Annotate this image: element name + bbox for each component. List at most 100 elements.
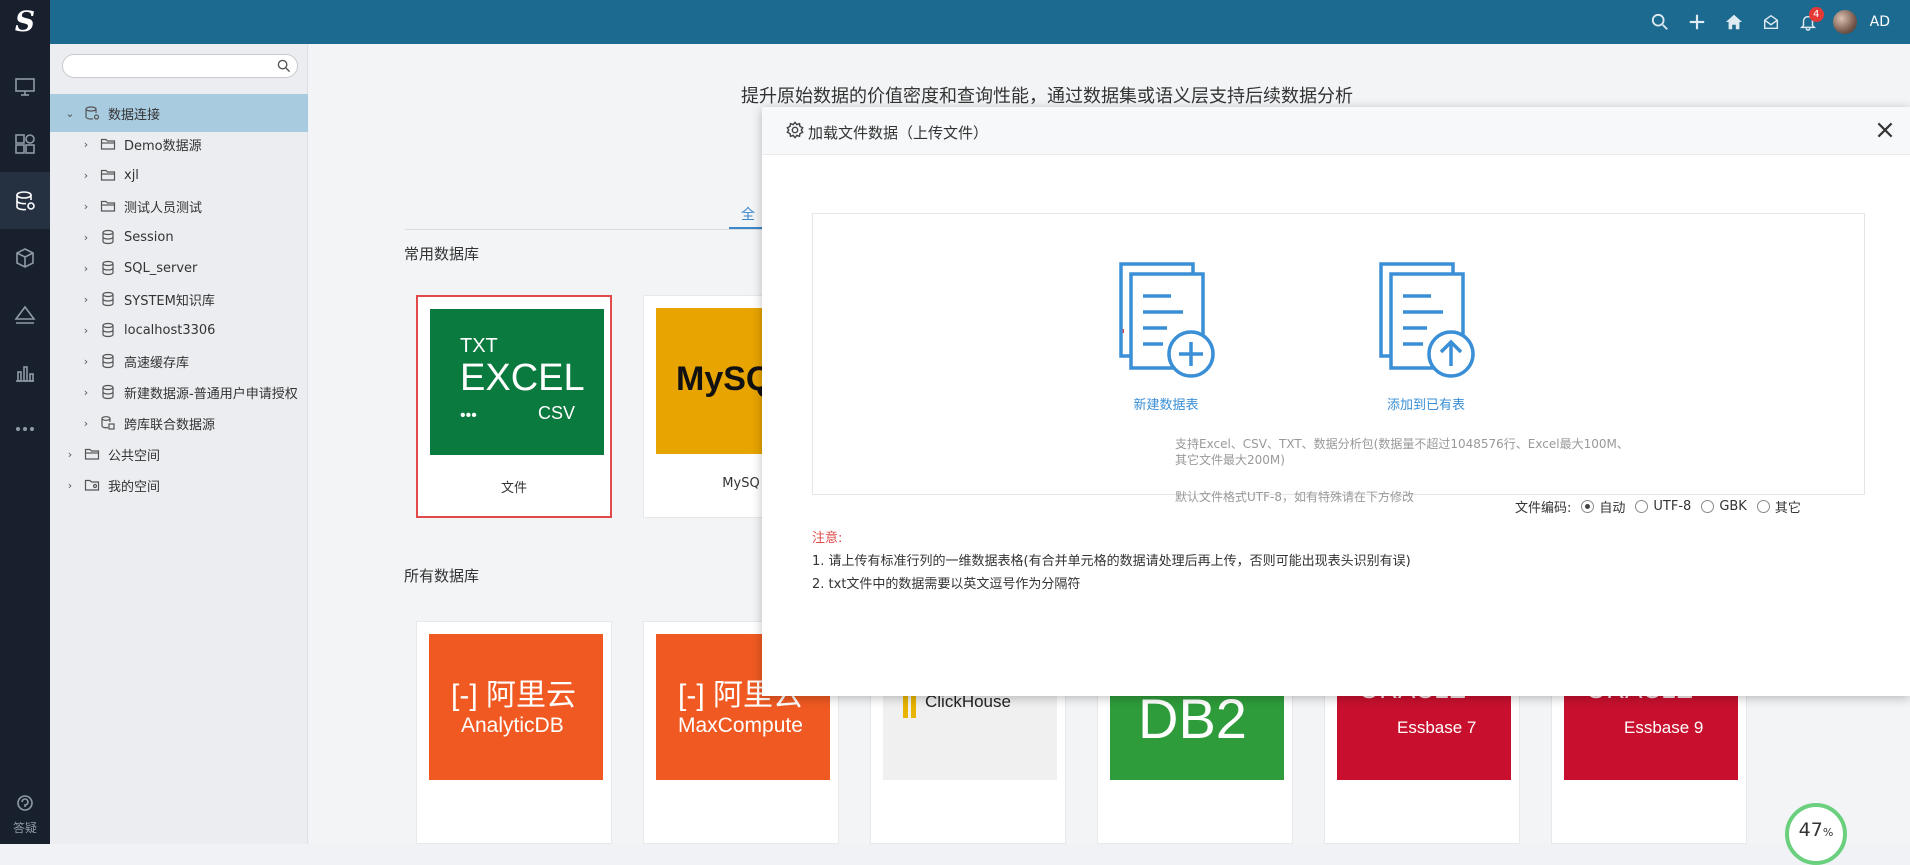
user-folder-icon <box>84 477 100 493</box>
help-icon <box>17 795 33 811</box>
notes: 注意: 1. 请上传有标准行列的一维数据表格(有合并单元格的数据请处理后再上传，… <box>812 527 1411 596</box>
logo-mysql-text: MySQ <box>676 360 773 398</box>
option-label: 自动 <box>1599 501 1626 516</box>
close-icon[interactable] <box>1874 119 1896 141</box>
bar-chart-icon[interactable] <box>0 343 50 400</box>
home-icon[interactable] <box>1716 0 1753 44</box>
search-icon[interactable] <box>1642 0 1679 44</box>
cube-icon[interactable] <box>0 229 50 286</box>
tree-item-label: 我的空间 <box>108 479 161 495</box>
chevron-right-icon[interactable]: › <box>80 169 92 182</box>
section-all-label: 所有数据库 <box>404 567 480 585</box>
user-name[interactable]: AD <box>1864 14 1910 30</box>
product-name: Essbase 9 <box>1624 718 1704 737</box>
database-link-icon <box>100 415 116 431</box>
layers-icon[interactable] <box>0 286 50 343</box>
desc-line: 支持Excel、CSV、TXT、数据分析包(数据量不超过1048576行、Exc… <box>1175 437 1629 451</box>
bell-icon[interactable]: 4 <box>1790 0 1827 44</box>
note-item: 2. txt文件中的数据需要以英文逗号作为分隔符 <box>812 577 1081 592</box>
help-label: 答疑 <box>12 821 37 835</box>
progress-value: 47 <box>1798 819 1823 841</box>
encoding-hint: 默认文件格式UTF-8，如有特殊请在下方修改 <box>1175 490 1414 504</box>
encoding-option-gbk[interactable]: GBK <box>1701 499 1747 514</box>
product-name: MaxCompute <box>678 714 803 737</box>
progress-indicator[interactable]: 47% <box>1785 803 1847 865</box>
datasource-card-analyticdb[interactable]: [-] 阿里云 AnalyticDB <box>416 621 612 844</box>
datasource-card-file[interactable]: TXT EXCEL ••• CSV 文件 <box>416 295 612 518</box>
chevron-right-icon[interactable]: › <box>80 386 92 399</box>
radio-button[interactable] <box>1581 500 1595 513</box>
option-label: UTF-8 <box>1653 499 1692 514</box>
folder-icon <box>100 198 116 214</box>
tree-item-label: Session <box>124 229 174 245</box>
upload-area[interactable]: 新建数据表 添加到已有表 支持Excel、CSV、TXT、数据分析包(数据量不超… <box>812 213 1865 504</box>
dialog-title: 加载文件数据（上传文件） <box>808 124 989 142</box>
brand-text: [-] 阿里云 <box>451 679 576 712</box>
database-settings-icon <box>84 105 100 121</box>
chevron-right-icon[interactable]: › <box>64 448 76 461</box>
tree-item[interactable]: › 我的空间 <box>50 466 308 504</box>
user-avatar-slot[interactable] <box>1827 0 1864 44</box>
chevron-right-icon[interactable]: › <box>80 262 92 275</box>
tree-item-label: xjl <box>124 167 139 183</box>
database-settings-icon[interactable] <box>0 172 50 229</box>
tree-item-label: SQL_server <box>124 260 198 276</box>
database-icon <box>100 322 116 338</box>
folder-icon <box>100 167 116 183</box>
avatar[interactable] <box>1833 10 1858 34</box>
aliyun-logo: [-] 阿里云 AnalyticDB <box>429 634 603 780</box>
app-logo[interactable]: S <box>0 0 50 44</box>
chevron-right-icon[interactable]: › <box>80 293 92 306</box>
upload-file-dialog: 加载文件数据（上传文件） 新建数据表 添加到已有表 支持Excel、CSV、TX <box>762 107 1910 696</box>
add-existing-label[interactable]: 添加到已有表 <box>1331 394 1521 413</box>
add-to-existing-button[interactable]: 添加到已有表 <box>1331 262 1521 413</box>
tab-all[interactable]: 全 <box>741 204 755 224</box>
logo-csv: CSV <box>538 403 576 423</box>
chevron-right-icon[interactable]: › <box>64 479 76 492</box>
plus-icon[interactable] <box>1679 0 1716 44</box>
encoding-option-utf8[interactable]: UTF-8 <box>1635 499 1691 514</box>
section-common-label: 常用数据库 <box>404 245 480 263</box>
monitor-icon[interactable] <box>0 58 50 115</box>
brand-name: 阿里云 <box>486 679 576 712</box>
search-icon[interactable] <box>277 59 291 73</box>
encoding-option-other[interactable]: 其它 <box>1756 497 1801 516</box>
new-table-button[interactable]: 新建数据表 <box>1071 262 1261 413</box>
upload-description: 支持Excel、CSV、TXT、数据分析包(数据量不超过1048576行、Exc… <box>1175 436 1675 468</box>
chevron-right-icon[interactable]: › <box>80 324 92 337</box>
more-icon[interactable] <box>0 400 50 457</box>
radio-button[interactable] <box>1635 500 1649 513</box>
page-title: 提升原始数据的价值密度和查询性能，通过数据集或语义层支持后续数据分析 <box>741 86 1353 107</box>
logo-dots: ••• <box>460 407 477 424</box>
desc-line: 其它文件最大200M) <box>1175 453 1285 467</box>
chevron-right-icon[interactable]: › <box>80 355 92 368</box>
upload-file-icon <box>1379 262 1475 378</box>
product-name: Essbase 7 <box>1397 718 1477 737</box>
file-logo: TXT EXCEL ••• CSV <box>430 309 604 455</box>
logo-excel: EXCEL <box>460 357 585 399</box>
chevron-right-icon[interactable]: › <box>80 231 92 244</box>
tree-item-label: 测试人员测试 <box>124 200 203 216</box>
tree-search-input[interactable] <box>62 54 298 78</box>
chevron-right-icon[interactable]: › <box>80 200 92 213</box>
chevron-right-icon[interactable]: › <box>80 417 92 430</box>
new-table-label[interactable]: 新建数据表 <box>1071 394 1261 413</box>
note-item: 1. 请上传有标准行列的一维数据表格(有合并单元格的数据请处理后再上传，否则可能… <box>812 554 1411 569</box>
left-nav: 答疑 <box>0 44 50 844</box>
logo-txt: TXT <box>460 335 498 357</box>
encoding-selector: 文件编码: 自动 UTF-8 GBK 其它 <box>1515 497 1801 516</box>
tree-item-label: SYSTEM知识库 <box>124 293 215 309</box>
radio-button[interactable] <box>1756 500 1770 513</box>
tree-item-label: localhost3306 <box>124 322 216 338</box>
folder-icon <box>100 136 116 152</box>
tree-item-label: 新建数据源-普通用户申请授权 <box>124 386 298 402</box>
chevron-down-icon[interactable]: ⌄ <box>64 107 76 120</box>
product-name: AnalyticDB <box>461 714 564 737</box>
encoding-option-auto[interactable]: 自动 <box>1581 497 1625 516</box>
chevron-right-icon[interactable]: › <box>80 138 92 151</box>
mailbox-icon[interactable] <box>1753 0 1790 44</box>
dashboard-icon[interactable] <box>0 115 50 172</box>
radio-button[interactable] <box>1701 500 1715 513</box>
database-icon <box>100 384 116 400</box>
help-button[interactable]: 答疑 <box>0 794 50 836</box>
